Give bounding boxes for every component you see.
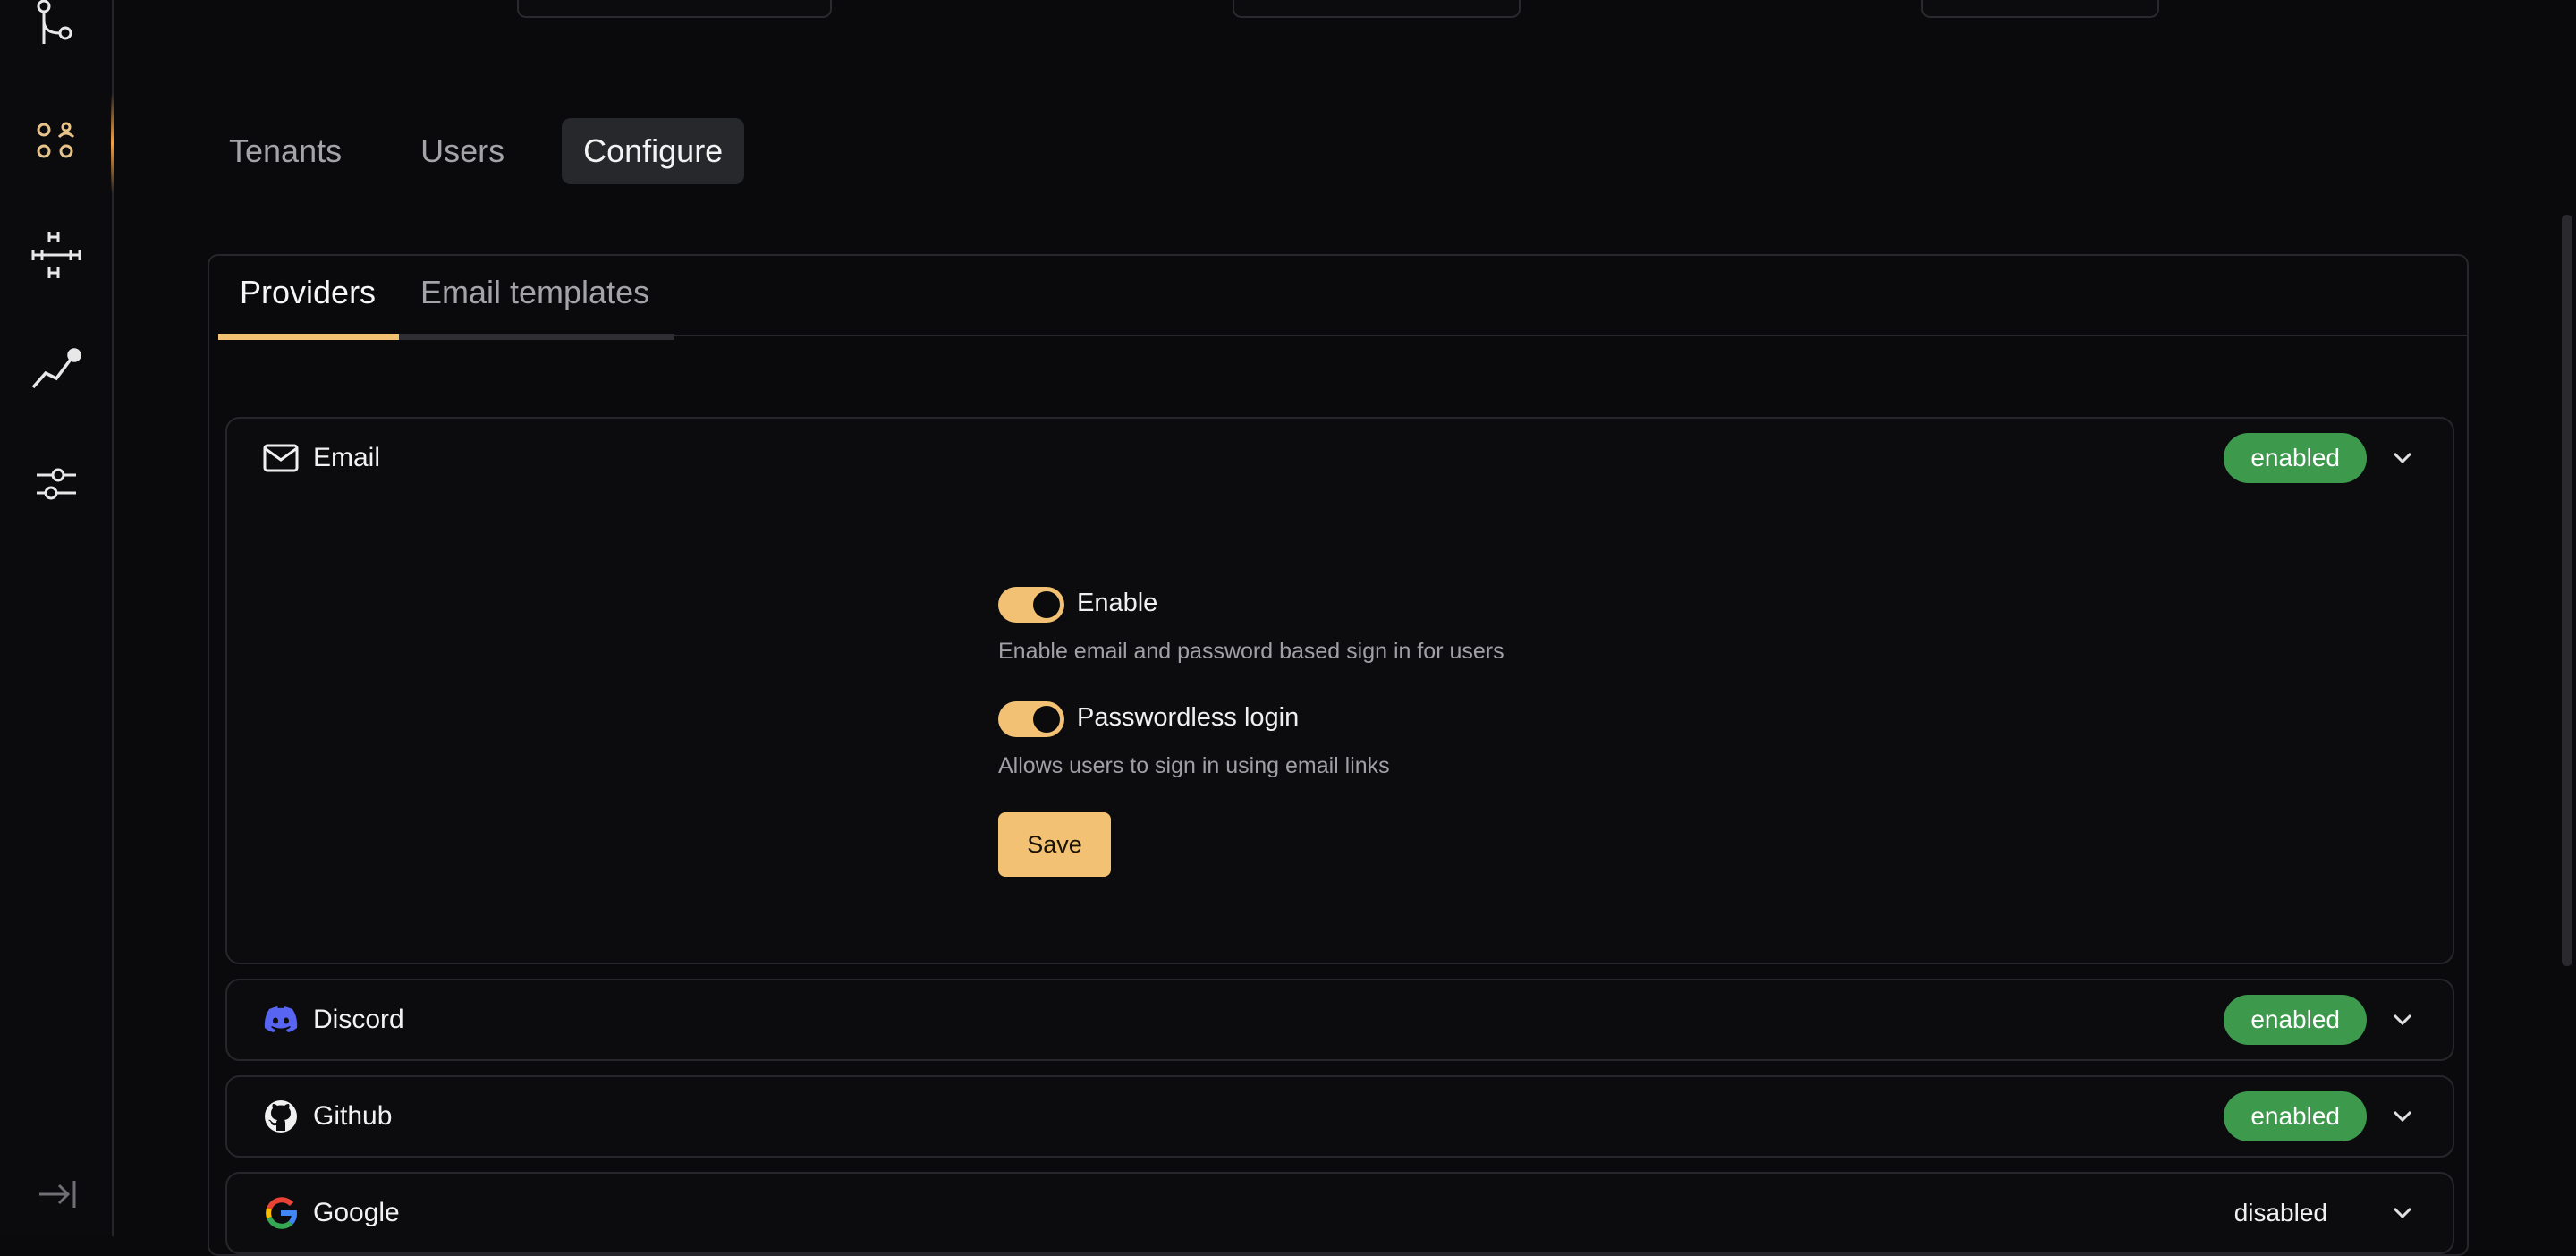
subtab-active-underline [218, 334, 399, 340]
top-nav: Tenants Users Configure [208, 118, 745, 184]
passwordless-help-text: Allows users to sign in using email link… [998, 753, 1390, 778]
enable-label: Enable [1077, 589, 1158, 617]
provider-github: Github enabled [225, 1075, 2454, 1158]
github-icon [263, 1099, 299, 1134]
status-badge: disabled [2233, 1199, 2327, 1226]
configure-panel: Providers Email templates Email enabled … [208, 254, 2469, 1256]
chevron-down-icon[interactable] [2388, 1102, 2417, 1131]
provider-github-header[interactable]: Github enabled [227, 1077, 2453, 1156]
enable-help-text: Enable email and password based sign in … [998, 639, 1504, 664]
provider-google-header[interactable]: Google disabled [227, 1174, 2453, 1252]
top-card [1921, 0, 2159, 18]
analytics-icon[interactable] [29, 342, 84, 397]
chevron-down-icon[interactable] [2388, 1006, 2417, 1034]
scrollbar-thumb[interactable] [2562, 215, 2572, 966]
tab-users[interactable]: Users [399, 118, 526, 184]
scrollbar[interactable] [2556, 0, 2576, 1236]
users-groups-icon[interactable] [29, 113, 84, 168]
top-card [517, 0, 832, 18]
provider-name: Google [313, 1198, 400, 1227]
status-badge: enabled [2224, 433, 2367, 483]
subtab-inactive-underline [399, 334, 674, 340]
provider-google: Google disabled [225, 1172, 2454, 1254]
sidebar-active-indicator [111, 94, 114, 192]
subtab-providers[interactable]: Providers [240, 274, 376, 311]
passwordless-toggle[interactable] [998, 701, 1064, 737]
provider-email: Email enabled Enable Enable email and pa… [225, 417, 2454, 964]
top-card [1233, 0, 1521, 18]
collapse-sidebar-icon[interactable] [36, 1176, 79, 1212]
google-icon [263, 1195, 299, 1231]
enable-toggle[interactable] [998, 587, 1064, 623]
provider-name: Discord [313, 1005, 404, 1034]
save-button[interactable]: Save [998, 812, 1111, 877]
passwordless-label: Passwordless login [1077, 703, 1300, 732]
settings-sliders-icon[interactable] [29, 456, 84, 512]
provider-name: Email [313, 443, 381, 472]
provider-discord-header[interactable]: Discord enabled [227, 980, 2453, 1059]
status-badge: enabled [2224, 1091, 2367, 1141]
branch-icon[interactable] [29, 0, 84, 52]
tab-configure[interactable]: Configure [562, 118, 745, 184]
sidebar [0, 0, 114, 1236]
provider-email-header[interactable]: Email enabled [227, 419, 2453, 497]
provider-name: Github [313, 1101, 393, 1131]
chevron-down-icon[interactable] [2388, 444, 2417, 472]
mail-icon [263, 440, 299, 476]
status-badge: enabled [2224, 995, 2367, 1045]
discord-icon [263, 1002, 299, 1038]
subtab-email-templates[interactable]: Email templates [420, 274, 649, 311]
provider-discord: Discord enabled [225, 979, 2454, 1061]
hierarchy-icon[interactable] [29, 227, 84, 283]
chevron-down-icon[interactable] [2388, 1199, 2417, 1227]
subtabs: Providers Email templates [218, 256, 2467, 340]
tab-tenants[interactable]: Tenants [208, 118, 363, 184]
